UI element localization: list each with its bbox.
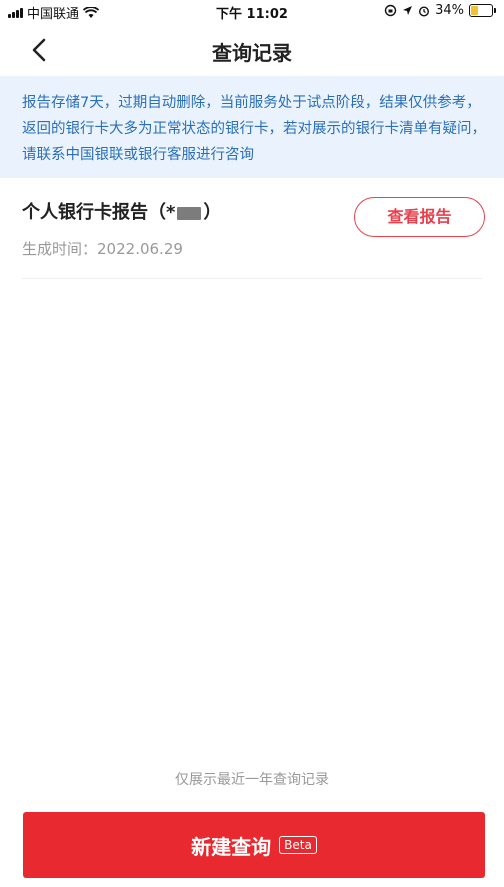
footer-note: 仅展示最近一年查询记录 xyxy=(175,772,329,788)
battery-percent: 34% xyxy=(435,3,464,18)
new-query-label: 新建查询 xyxy=(191,834,272,859)
record-title-prefix: 个人银行卡报告（* xyxy=(22,202,176,223)
beta-badge: Beta xyxy=(279,836,317,854)
page-title: 查询记录 xyxy=(212,41,292,65)
masked-number xyxy=(177,206,202,220)
record-time: 生成时间：2022.06.29 xyxy=(22,238,183,259)
location-arrow-icon xyxy=(403,6,413,15)
record-item: 个人银行卡报告（* ） 生成时间：2022.06.29 查看报告 xyxy=(0,178,504,280)
battery-icon xyxy=(469,4,493,17)
alarm-icon xyxy=(419,5,430,17)
new-query-button[interactable]: 新建查询 Beta xyxy=(23,812,485,878)
rotation-lock-icon xyxy=(384,4,397,17)
nav-bar: 查询记录 xyxy=(0,24,504,76)
record-time-value: 2022.06.29 xyxy=(97,240,183,258)
record-title: 个人银行卡报告（* ） xyxy=(22,198,221,224)
notice-banner: 报告存储7天，过期自动删除，当前服务处于试点阶段，结果仅供参考，返回的银行卡大多… xyxy=(0,76,504,178)
status-bar: 中国联通 下午 11:02 34% xyxy=(0,0,504,24)
notice-text: 报告存储7天，过期自动删除，当前服务处于试点阶段，结果仅供参考，返回的银行卡大多… xyxy=(22,95,486,163)
battery-cap xyxy=(494,8,496,13)
record-title-suffix: ） xyxy=(203,202,222,223)
status-right: 34% xyxy=(384,3,496,18)
divider xyxy=(22,278,482,279)
battery-level xyxy=(471,6,479,15)
view-report-button[interactable]: 查看报告 xyxy=(354,197,485,237)
record-time-label: 生成时间： xyxy=(22,240,98,258)
